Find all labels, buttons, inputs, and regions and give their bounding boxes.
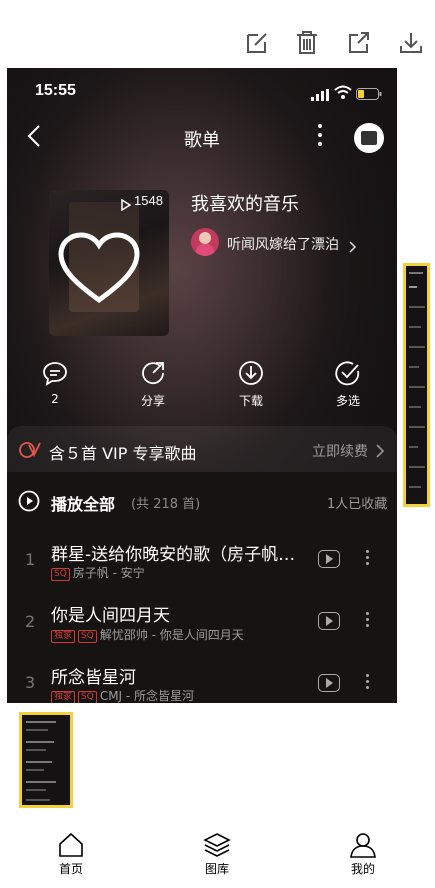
status-time: 15:55 <box>35 82 76 99</box>
battery-icon <box>356 85 382 104</box>
sq-badge: SQ <box>78 630 97 643</box>
song-count: (共 218 首) <box>131 497 201 512</box>
exclusive-badge: 独家 <box>51 691 76 703</box>
song-subtitle: 独家 SQ CMJ - 所念皆星河 <box>51 687 194 703</box>
more-icon[interactable] <box>365 674 371 692</box>
mv-play-icon[interactable] <box>318 674 340 692</box>
playlist-cover[interactable] <box>49 190 169 336</box>
play-all-button[interactable]: 播放全部 <box>51 491 115 515</box>
user-avatar-button[interactable] <box>354 123 384 153</box>
share-icon[interactable] <box>346 30 372 56</box>
sq-badge: SQ <box>78 691 97 703</box>
trash-icon[interactable] <box>294 30 320 56</box>
page-title: 歌单 <box>184 130 220 151</box>
mv-play-icon[interactable] <box>318 612 340 630</box>
play-all-icon[interactable] <box>18 490 40 516</box>
download-icon[interactable] <box>398 30 424 56</box>
vip-icon <box>19 441 41 463</box>
phone-screenshot: 15:55 歌单 1548 我喜欢的音乐 听闻风嫁给了漂泊 2 分享 下载 多选… <box>7 68 397 703</box>
multi-select-button[interactable]: 多选 <box>318 360 378 409</box>
signal-icon <box>311 86 329 105</box>
nav-home[interactable]: 首页 <box>41 832 101 877</box>
vip-renew-link[interactable]: 立即续费 <box>312 441 368 461</box>
wifi-icon <box>334 84 352 103</box>
song-subtitle: SQ 房子帆 - 安宁 <box>51 564 145 581</box>
download-button[interactable]: 下载 <box>221 360 281 409</box>
comment-button[interactable]: 2 <box>25 360 85 406</box>
screenshot-thumbnail[interactable] <box>403 263 430 507</box>
app-root: 15:55 歌单 1548 我喜欢的音乐 听闻风嫁给了漂泊 2 分享 下载 多选… <box>0 0 435 888</box>
user-icon <box>350 833 376 858</box>
collect-count: 1人已收藏 <box>327 497 388 512</box>
more-icon[interactable] <box>365 550 371 568</box>
song-title: 你是人间四月天 <box>51 606 170 626</box>
screenshot-thumbnail[interactable] <box>19 712 73 808</box>
playlist-title: 我喜欢的音乐 <box>191 194 299 215</box>
mv-play-icon[interactable] <box>318 550 340 568</box>
song-index: 2 <box>25 612 36 631</box>
exclusive-badge: 独家 <box>51 630 76 643</box>
check-circle-icon <box>335 361 360 386</box>
play-count-icon <box>121 196 132 215</box>
home-icon <box>59 832 83 857</box>
nav-mine[interactable]: 我的 <box>333 832 393 877</box>
sq-badge: SQ <box>51 568 70 581</box>
song-subtitle: 独家 SQ 解忧邵帅 - 你是人间四月天 <box>51 626 244 643</box>
song-index: 3 <box>25 673 36 692</box>
download-circle-icon <box>239 361 263 385</box>
share-button[interactable]: 分享 <box>123 360 183 409</box>
play-count: 1548 <box>134 193 163 208</box>
nav-gallery[interactable]: 图库 <box>187 832 247 877</box>
song-index: 1 <box>25 550 36 569</box>
song-title: 所念皆星河 <box>51 668 136 688</box>
share-arrow-icon <box>142 362 164 385</box>
vip-text: 含５首 VIP 专享歌曲 <box>49 444 197 463</box>
song-title: 群星-送给你晚安的歌（房子帆… <box>51 545 296 565</box>
chevron-right-icon[interactable] <box>376 443 385 462</box>
chevron-right-icon[interactable] <box>349 238 357 257</box>
layers-icon <box>203 833 231 857</box>
heart-icon <box>58 232 140 304</box>
creator-avatar[interactable] <box>191 228 219 256</box>
creator-name[interactable]: 听闻风嫁给了漂泊 <box>227 234 339 254</box>
more-icon[interactable] <box>318 124 324 146</box>
more-icon[interactable] <box>365 612 371 630</box>
edit-icon[interactable] <box>244 30 270 56</box>
comment-icon <box>43 362 67 386</box>
